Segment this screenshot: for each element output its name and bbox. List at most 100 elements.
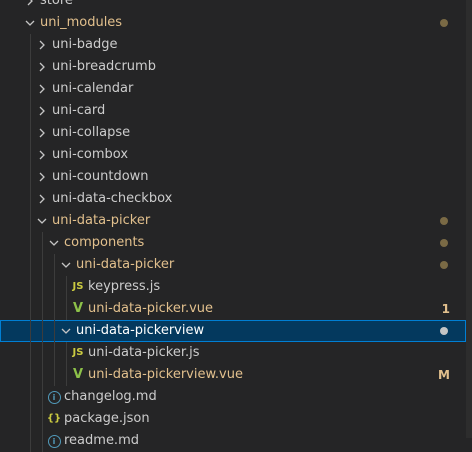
indent-guide [54,254,55,276]
indent-guide [66,342,67,364]
chevron-right-icon[interactable] [34,166,50,188]
tree-file-row[interactable]: JS keypress.js [0,276,466,298]
info-file-icon: i [46,430,62,452]
vue-file-icon: V [72,367,84,382]
chevron-right-icon[interactable] [34,56,50,78]
tree-folder-row[interactable]: uni-breadcrumb [0,56,466,78]
indent-guide [66,364,67,386]
indent-guide [54,364,55,386]
tree-folder-row[interactable]: uni-card [0,100,466,122]
tree-folder-row[interactable]: uni_modules [0,12,466,34]
tree-folder-row[interactable]: uni-countdown [0,166,466,188]
tree-item-label: uni-data-picker.js [88,345,200,360]
indent-guide [42,342,43,364]
indent-guide [66,276,67,298]
explorer-scrollbar[interactable] [466,0,472,438]
indent-guide [42,320,43,342]
info-file-icon: i [46,386,62,408]
tree-item-label: uni-data-picker [52,213,151,228]
chevron-down-icon[interactable] [58,320,74,342]
indent-guide [42,364,43,386]
tree-item-label: package.json [64,411,150,426]
tree-item-label: readme.md [64,433,139,448]
tree-item-label: uni-data-checkbox [52,191,173,206]
chevron-down-icon[interactable] [46,232,62,254]
tree-item-label: uni-data-pickerview [76,323,205,338]
indent-guide [30,166,31,188]
modified-indicator-dot [440,327,448,335]
indent-guide [42,232,43,254]
tree-file-row[interactable]: i readme.md [0,430,466,452]
vue-file-icon: V [72,301,84,316]
modified-indicator-dot [440,217,448,225]
chevron-down-icon[interactable] [34,210,50,232]
tree-folder-row[interactable]: store [0,0,466,12]
chevron-right-icon[interactable] [34,122,50,144]
chevron-right-icon[interactable] [22,0,38,12]
indent-guide [54,320,55,342]
tree-file-row[interactable]: Vuni-data-picker.vue 1 [0,298,466,320]
indent-guide [30,210,31,232]
indent-guide [30,386,31,408]
indent-guide [30,320,31,342]
chevron-right-icon[interactable] [34,78,50,100]
chevron-right-icon[interactable] [34,188,50,210]
modified-indicator-dot [440,239,448,247]
file-explorer-tree: store uni_modules uni-badge uni-breadcrumb u… [0,0,466,452]
chevron-down-icon[interactable] [58,254,74,276]
indent-guide [54,276,55,298]
tree-item-label: components [64,235,145,250]
git-status-badge: 1 [441,302,450,316]
indent-guide [30,408,31,430]
tree-item-label: uni-combox [52,147,129,162]
tree-item-label: uni-data-picker [76,257,175,272]
indent-guide [30,298,31,320]
indent-guide [30,232,31,254]
tree-item-label: uni-data-picker.vue [88,301,214,316]
js-file-icon: JS [72,281,84,292]
tree-folder-row[interactable]: uni-data-pickerview [0,320,466,342]
chevron-down-icon[interactable] [22,12,38,34]
indent-guide [30,100,31,122]
indent-guide [42,298,43,320]
tree-item-label: uni-card [52,103,106,118]
tree-file-row[interactable]: Vuni-data-pickerview.vue M [0,364,466,386]
json-file-icon: {} [46,413,62,424]
tree-folder-row[interactable]: uni-combox [0,144,466,166]
chevron-right-icon[interactable] [34,34,50,56]
tree-item-label: uni-badge [52,37,118,52]
js-file-icon: JS [72,347,84,358]
tree-file-row[interactable]: {} package.json [0,408,466,430]
tree-item-label: uni-calendar [52,81,134,96]
tree-file-row[interactable]: JS uni-data-picker.js [0,342,466,364]
tree-item-label: changelog.md [64,389,157,404]
indent-guide [66,298,67,320]
tree-folder-row[interactable]: uni-collapse [0,122,466,144]
tree-folder-row[interactable]: uni-data-checkbox [0,188,466,210]
indent-guide [30,122,31,144]
indent-guide [30,78,31,100]
indent-guide [30,144,31,166]
tree-folder-row[interactable]: uni-badge [0,34,466,56]
tree-item-label: uni-breadcrumb [52,59,156,74]
indent-guide [30,34,31,56]
indent-guide [54,342,55,364]
tree-file-row[interactable]: i changelog.md [0,386,466,408]
indent-guide [30,188,31,210]
tree-folder-row[interactable]: components [0,232,466,254]
modified-indicator-dot [440,261,448,269]
tree-item-label: uni-collapse [52,125,131,140]
indent-guide [30,342,31,364]
indent-guide [30,276,31,298]
tree-item-label: store [40,0,73,8]
indent-guide [30,254,31,276]
chevron-right-icon[interactable] [34,144,50,166]
indent-guide [42,276,43,298]
chevron-right-icon[interactable] [34,100,50,122]
tree-folder-row[interactable]: uni-calendar [0,78,466,100]
indent-guide [42,254,43,276]
tree-folder-row[interactable]: uni-data-picker [0,210,466,232]
tree-item-label: keypress.js [88,279,161,294]
indent-guide [30,364,31,386]
tree-folder-row[interactable]: uni-data-picker [0,254,466,276]
